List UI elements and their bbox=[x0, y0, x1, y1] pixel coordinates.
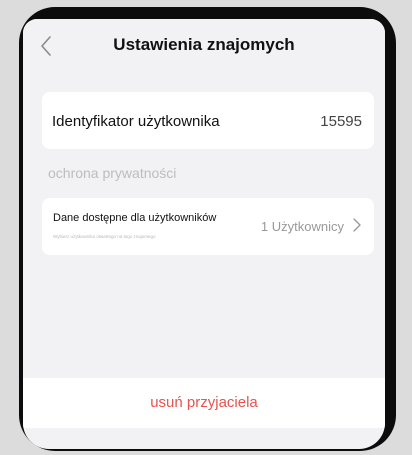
user-id-label: Identyfikator użytkownika bbox=[52, 113, 220, 130]
navigation-bar: Ustawienia znajomych bbox=[23, 19, 385, 71]
data-access-row[interactable]: Dane dostępne dla użytkowników Wybierz u… bbox=[42, 198, 374, 255]
app-screen: Ustawienia znajomych Identyfikator użytk… bbox=[23, 19, 385, 449]
delete-friend-button[interactable]: usuń przyjaciela bbox=[23, 378, 385, 428]
chevron-right-icon bbox=[353, 218, 361, 232]
page-title: Ustawienia znajomych bbox=[113, 35, 295, 54]
delete-friend-label: usuń przyjaciela bbox=[150, 394, 258, 411]
user-id-value: 15595 bbox=[320, 113, 362, 130]
user-id-row: Identyfikator użytkownika 15595 bbox=[42, 92, 374, 149]
data-access-subtitle: Wybierz użytkownika otwartego na tego zn… bbox=[53, 234, 156, 239]
data-access-value: 1 Użytkownicy bbox=[260, 219, 344, 234]
data-access-title: Dane dostępne dla użytkowników bbox=[53, 212, 217, 224]
privacy-section-header: ochrona prywatności bbox=[48, 165, 177, 181]
